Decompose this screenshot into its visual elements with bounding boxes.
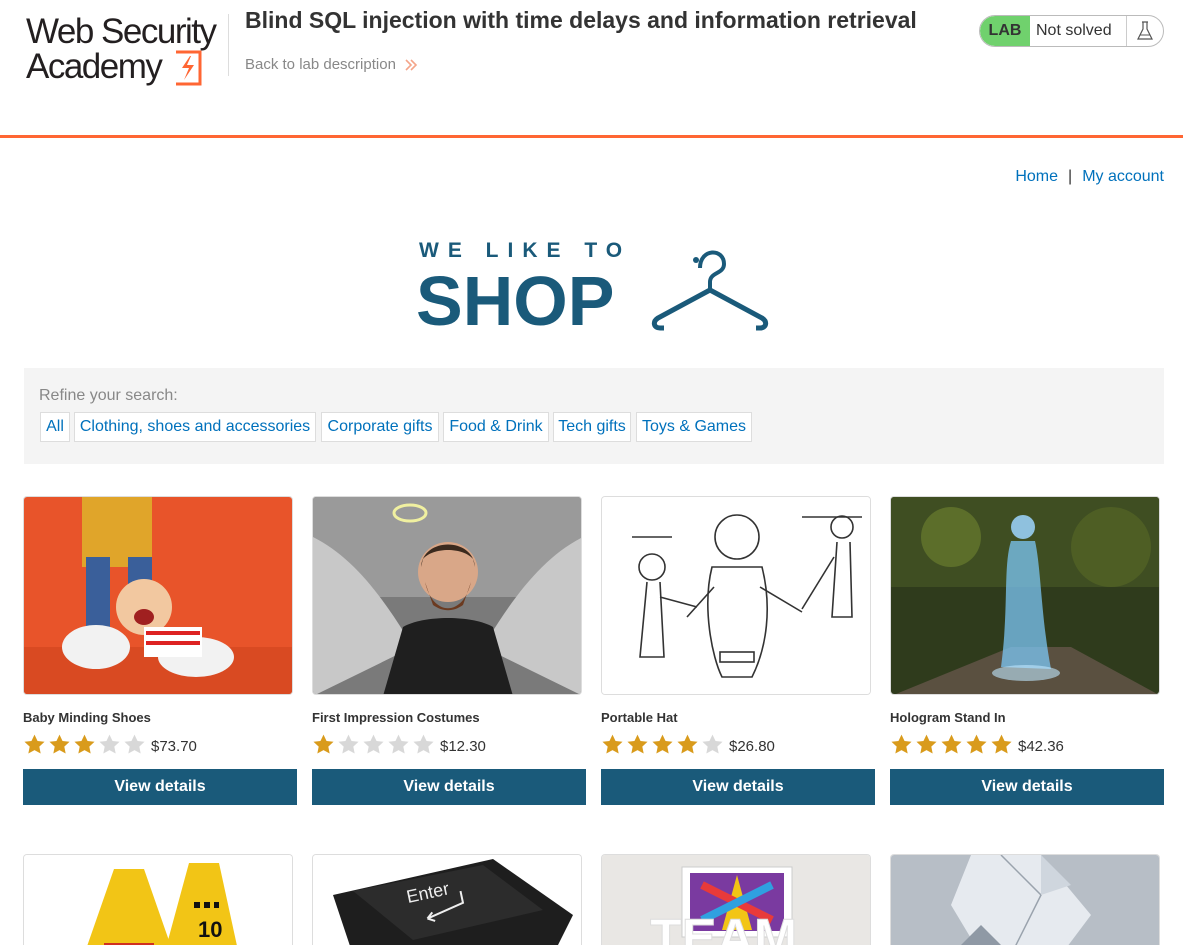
product-image	[890, 496, 1160, 695]
product-image	[23, 496, 293, 695]
banner-tagline: WE LIKE TO	[419, 239, 632, 262]
svg-text:10: 10	[198, 917, 222, 942]
star-filled-icon	[916, 734, 937, 754]
product-image	[601, 496, 871, 695]
enter-key-image: Enter	[312, 854, 582, 945]
product-rating: $73.70	[23, 732, 197, 755]
product-rating: $26.80	[601, 732, 775, 755]
view-details-button[interactable]: View details	[23, 769, 297, 805]
star-empty-icon	[363, 734, 384, 754]
nav-separator: |	[1068, 168, 1073, 185]
shop-banner: WE LIKE TO SHOP	[416, 238, 770, 340]
product-price: $26.80	[729, 738, 775, 755]
product-card: TEAM	[601, 854, 875, 945]
filter-tech-gifts[interactable]: Tech gifts	[553, 412, 631, 442]
product-image	[312, 496, 582, 695]
star-rating	[312, 733, 435, 755]
view-details-button[interactable]: View details	[312, 769, 586, 805]
product-card	[890, 854, 1164, 945]
academy-header: Web Security Academy Blind SQL injection…	[0, 0, 1183, 138]
product-price: $42.36	[1018, 738, 1064, 755]
view-details-button[interactable]: View details	[601, 769, 875, 805]
star-filled-icon	[74, 734, 95, 754]
web-security-academy-logo[interactable]: Web Security Academy	[24, 12, 224, 88]
star-empty-icon	[124, 734, 145, 754]
product-name: Hologram Stand In	[890, 710, 1006, 725]
star-rating	[890, 733, 1013, 755]
star-filled-icon	[941, 734, 962, 754]
product-card: Portable Hat $26.80 View details	[601, 496, 875, 805]
star-empty-icon	[338, 734, 359, 754]
double-chevron-icon	[405, 58, 418, 71]
product-price: $73.70	[151, 738, 197, 755]
lab-title: Blind SQL injection with time delays and…	[245, 7, 917, 33]
star-empty-icon	[388, 734, 409, 754]
star-filled-icon	[991, 734, 1012, 754]
product-card: First Impression Costumes $12.30 View de…	[312, 496, 586, 805]
lab-badge: LAB	[980, 16, 1030, 46]
product-card: Baby Minding Shoes $73.70 View details	[23, 496, 297, 805]
svg-text:TEAM: TEAM	[650, 909, 797, 945]
star-filled-icon	[652, 734, 673, 754]
lab-status-text: Not solved	[1030, 16, 1127, 46]
filter-clothing[interactable]: Clothing, shoes and accessories	[74, 412, 316, 442]
product-card: Enter	[312, 854, 586, 945]
logo-divider	[228, 14, 229, 76]
caution-signs-image: 10	[23, 854, 293, 945]
product-price: $12.30	[440, 738, 486, 755]
star-filled-icon	[891, 734, 912, 754]
star-filled-icon	[49, 734, 70, 754]
product-name: First Impression Costumes	[312, 710, 480, 725]
refine-label: Refine your search:	[39, 387, 178, 404]
product-rating: $12.30	[312, 732, 486, 755]
clothes-hanger-icon	[651, 250, 769, 331]
star-filled-icon	[627, 734, 648, 754]
product-rating: $42.36	[890, 732, 1064, 755]
product-card: 10	[23, 854, 297, 945]
filter-food-drink[interactable]: Food & Drink	[443, 412, 549, 442]
filter-all[interactable]: All	[40, 412, 70, 442]
star-empty-icon	[99, 734, 120, 754]
star-filled-icon	[24, 734, 45, 754]
star-rating	[23, 733, 146, 755]
product-name: Baby Minding Shoes	[23, 710, 151, 725]
origami-image	[890, 854, 1160, 945]
view-details-button[interactable]: View details	[890, 769, 1164, 805]
star-filled-icon	[966, 734, 987, 754]
star-filled-icon	[313, 734, 334, 754]
filter-toys-games[interactable]: Toys & Games	[636, 412, 752, 442]
lab-status-widget: LAB Not solved	[979, 15, 1164, 47]
star-empty-icon	[413, 734, 434, 754]
flask-icon	[1127, 16, 1163, 46]
my-account-link[interactable]: My account	[1082, 168, 1164, 186]
star-filled-icon	[677, 734, 698, 754]
filter-panel: Refine your search: All Clothing, shoes …	[24, 368, 1164, 464]
home-link[interactable]: Home	[1015, 168, 1058, 186]
star-empty-icon	[702, 734, 723, 754]
logo-line2: Academy	[26, 47, 163, 86]
back-to-lab-description-link[interactable]: Back to lab description	[245, 56, 418, 73]
product-name: Portable Hat	[601, 710, 678, 725]
star-rating	[601, 733, 724, 755]
back-link-label: Back to lab description	[245, 56, 396, 73]
logo-bolt-icon	[176, 50, 202, 86]
top-nav: Home | My account	[1015, 168, 1164, 186]
product-card: Hologram Stand In $42.36 View details	[890, 496, 1164, 805]
star-filled-icon	[602, 734, 623, 754]
team-sign-image: TEAM	[601, 854, 871, 945]
filter-corporate-gifts[interactable]: Corporate gifts	[321, 412, 439, 442]
logo-line1: Web Security	[26, 12, 217, 51]
banner-shop-text: SHOP	[416, 262, 615, 340]
